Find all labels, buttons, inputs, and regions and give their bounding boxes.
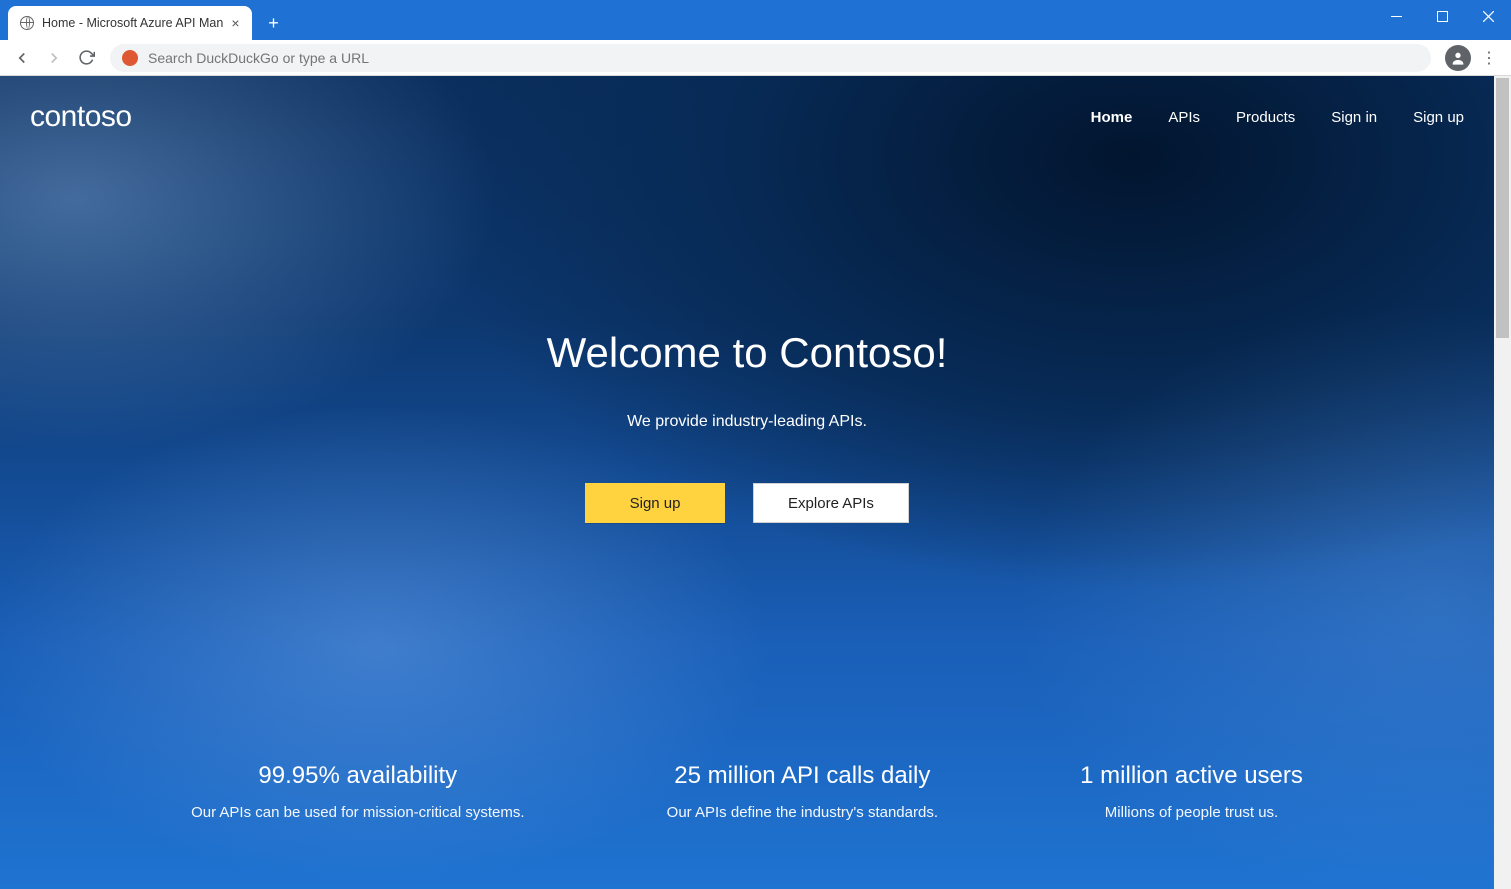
profile-button[interactable]	[1445, 45, 1471, 71]
reload-button[interactable]	[72, 44, 100, 72]
window-controls	[1373, 0, 1511, 32]
hero-title: Welcome to Contoso!	[0, 329, 1494, 377]
url-input[interactable]	[148, 50, 1419, 66]
brand-logo[interactable]: contoso	[30, 100, 132, 134]
window-maximize-button[interactable]	[1419, 0, 1465, 32]
back-button[interactable]	[8, 44, 36, 72]
stat-users: 1 million active users Millions of peopl…	[1080, 762, 1303, 821]
browser-tab[interactable]: Home - Microsoft Azure API Man ×	[8, 6, 252, 40]
address-bar[interactable]	[110, 44, 1431, 72]
globe-icon	[20, 16, 34, 30]
stat-headline: 1 million active users	[1080, 762, 1303, 790]
stat-availability: 99.95% availability Our APIs can be used…	[191, 762, 524, 821]
nav-signup[interactable]: Sign up	[1413, 109, 1464, 126]
hero-section: contoso Home APIs Products Sign in Sign …	[0, 76, 1511, 889]
nav-signin[interactable]: Sign in	[1331, 109, 1377, 126]
close-tab-button[interactable]: ×	[231, 15, 239, 31]
explore-apis-button[interactable]: Explore APIs	[753, 483, 909, 523]
new-tab-button[interactable]: +	[260, 9, 288, 37]
vertical-scrollbar[interactable]	[1494, 76, 1511, 889]
search-engine-icon	[122, 50, 138, 66]
stat-headline: 99.95% availability	[191, 762, 524, 790]
stat-sub: Our APIs can be used for mission-critica…	[191, 804, 524, 821]
browser-toolbar: ⋮	[0, 40, 1511, 76]
nav-apis[interactable]: APIs	[1168, 109, 1200, 126]
stat-headline: 25 million API calls daily	[667, 762, 938, 790]
page-viewport: contoso Home APIs Products Sign in Sign …	[0, 76, 1511, 889]
window-minimize-button[interactable]	[1373, 0, 1419, 32]
nav-home[interactable]: Home	[1091, 109, 1133, 126]
hero-content: Welcome to Contoso! We provide industry-…	[0, 134, 1494, 523]
stats-row: 99.95% availability Our APIs can be used…	[0, 762, 1494, 821]
signup-button[interactable]: Sign up	[585, 483, 725, 523]
tab-title: Home - Microsoft Azure API Man	[42, 16, 223, 30]
scrollbar-thumb[interactable]	[1496, 78, 1509, 338]
hero-subtitle: We provide industry-leading APIs.	[0, 413, 1494, 431]
browser-menu-button[interactable]: ⋮	[1475, 48, 1503, 68]
site-header: contoso Home APIs Products Sign in Sign …	[0, 76, 1494, 134]
stat-sub: Millions of people trust us.	[1080, 804, 1303, 821]
window-titlebar: Home - Microsoft Azure API Man × +	[0, 0, 1511, 40]
stat-sub: Our APIs define the industry's standards…	[667, 804, 938, 821]
window-close-button[interactable]	[1465, 0, 1511, 32]
main-nav: Home APIs Products Sign in Sign up	[1091, 109, 1464, 126]
forward-button[interactable]	[40, 44, 68, 72]
stat-api-calls: 25 million API calls daily Our APIs defi…	[667, 762, 938, 821]
nav-products[interactable]: Products	[1236, 109, 1295, 126]
hero-buttons: Sign up Explore APIs	[0, 483, 1494, 523]
